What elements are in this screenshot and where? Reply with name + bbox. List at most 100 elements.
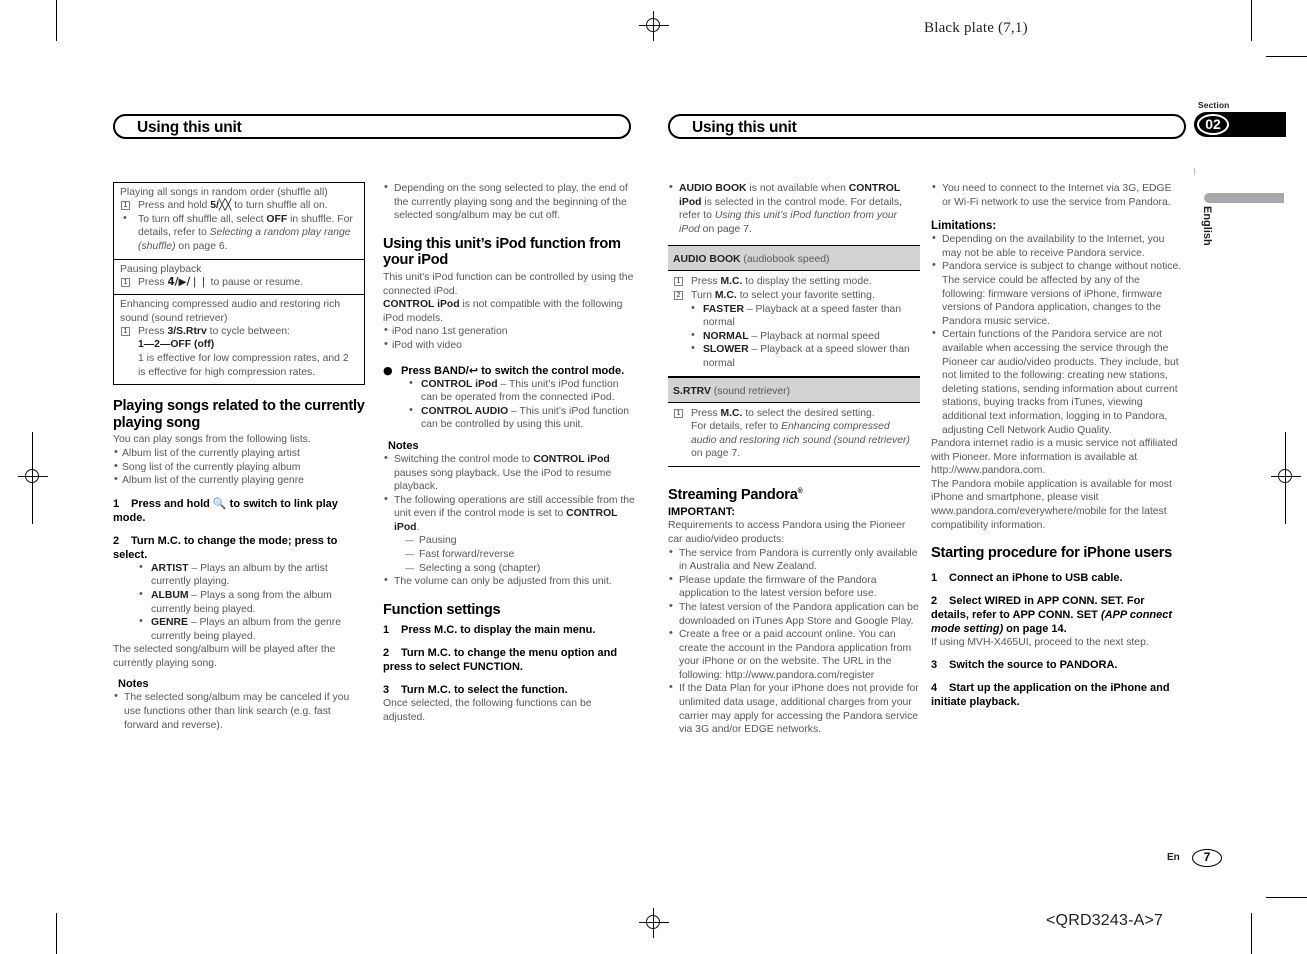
step-post: to select your favorite setting.: [736, 289, 875, 301]
language-tab-label: English: [1201, 206, 1213, 246]
play-pause-icon: 4/▶/❘❘: [167, 275, 208, 288]
list-item: You need to connect to the Internet via …: [931, 181, 1183, 209]
function-table-sound-retriever: S.RTRV (sound retriever) 1 Press M.C. to …: [668, 376, 920, 467]
step-number-box: 1: [674, 408, 683, 418]
step-text-b: on page 14.: [1003, 622, 1067, 635]
function-table-header: AUDIO BOOK (audiobook speed): [668, 246, 920, 272]
function-subtitle: (sound retriever): [710, 385, 791, 397]
list-item: Album list of the currently playing arti…: [113, 446, 365, 461]
list-item: FASTER – Playback at a speed faster than…: [691, 302, 915, 330]
step-key: M.C.: [720, 407, 743, 419]
step-number: 4: [931, 682, 938, 695]
option-desc: – Playback at normal speed: [748, 330, 880, 342]
list-item: ARTIST – Plays an album by the artist cu…: [139, 561, 365, 589]
control-mode-name: CONTROL AUDIO: [421, 405, 509, 417]
intro-text: You can play songs from the following li…: [113, 434, 311, 446]
step-number: 3: [383, 684, 390, 697]
important-intro: Requirements to access Pandora using the…: [668, 520, 906, 545]
step-text-a: Press and hold: [131, 497, 213, 510]
step-text: Turn M.C. to change the mode; press to s…: [113, 534, 338, 561]
action-pre: Press BAND/: [401, 364, 469, 377]
running-head-right: Using this unit: [668, 114, 1186, 139]
iphone-step-4: 4 Start up the application on the iPhone …: [931, 681, 1183, 709]
mode-name: ALBUM: [151, 589, 189, 601]
heading-starting-procedure: Starting procedure for iPhone users: [931, 545, 1173, 562]
bullet-text-a: To turn off shuffle all, select: [138, 213, 267, 225]
step-text: Press M.C. to display the main menu.: [401, 624, 596, 637]
black-plate-label: Black plate (7,1): [924, 20, 1028, 36]
trailing-text-b: on page 7.: [691, 448, 741, 460]
option-name: NORMAL: [703, 330, 749, 342]
iphone-step-2-note: If using MVH-X465UI, proceed to the next…: [931, 636, 1149, 648]
step-key: 5/: [210, 200, 219, 212]
step-number: 3: [931, 659, 938, 672]
option-name: FASTER: [703, 303, 744, 315]
list-item: Fast forward/reverse: [405, 548, 635, 562]
bullet-bold: OFF: [266, 213, 288, 225]
step-key: 3/S.Rtrv: [167, 325, 207, 337]
function-table-body: 1 Press M.C. to display the setting mode.…: [668, 271, 920, 375]
trim-mark-top-left: [56, 0, 58, 41]
mode-name: GENRE: [151, 617, 188, 629]
list-item: SLOWER – Playback at a speed slower than…: [691, 342, 915, 370]
retriever-cycle-values: 1—2—OFF (off): [138, 339, 215, 351]
operation-step: 1 Press 3/S.Rtrv to cycle between:: [120, 325, 358, 339]
step-post: to display the setting mode.: [742, 276, 872, 288]
after-modes-text: The selected song/album will be played a…: [113, 644, 336, 669]
note-text-b: pauses song playback. Use the iPod to re…: [394, 467, 612, 493]
step-number-box: 1: [674, 277, 683, 287]
column-1: Playing all songs in random order (shuff…: [113, 182, 365, 732]
step-pre: Press: [691, 276, 721, 288]
back-icon: ↩: [468, 363, 479, 377]
column-3: AUDIO BOOK is not available when CONTROL…: [668, 181, 920, 737]
section-tab-bar: 02: [1194, 112, 1286, 137]
notes-heading: Notes: [118, 678, 149, 691]
note-text-3: on page 7.: [699, 223, 752, 235]
fn-after-text: Once selected, the following functions c…: [383, 698, 592, 724]
list-item: Depending on the availability to the Int…: [931, 232, 1183, 260]
step-number: 1: [113, 497, 120, 510]
step-text: Switch the source to PANDORA.: [949, 659, 1118, 672]
action-switch-control-mode: ● Press BAND/↩ to switch the control mode…: [383, 364, 635, 378]
list-item: Pausing: [405, 534, 635, 548]
list-item: The following operations are still acces…: [383, 493, 635, 576]
list-item: CONTROL AUDIO – This unit’s iPod functio…: [409, 404, 635, 432]
ipod-intro: This unit's iPod function can be control…: [383, 271, 634, 297]
list-item: Create a free or a paid account online. …: [668, 627, 920, 682]
step-number: 1: [931, 571, 938, 584]
operation-step: 1 Press 4/▶/❘❘ to pause or resume.: [120, 276, 358, 290]
list-item: Selecting a song (chapter): [405, 562, 635, 576]
link-play-modes: ARTIST – Plays an album by the artist cu…: [113, 561, 365, 644]
step-pre: Press: [138, 276, 168, 288]
operation-title: Playing all songs in random order (shuff…: [120, 187, 328, 198]
pandora-affiliation-text: Pandora internet radio is a music servic…: [931, 438, 1178, 477]
control-mode-name: CONTROL iPod: [421, 378, 498, 390]
limitations-list: Depending on the availability to the Int…: [931, 232, 1183, 437]
step-number-box: 2: [674, 290, 683, 300]
trim-mark-top-right: [1251, 0, 1253, 41]
language-tab-bar: [1204, 193, 1284, 203]
list-item: The selected song/album may be canceled …: [113, 690, 365, 732]
pandora-requirements: The service from Pandora is currently on…: [668, 546, 920, 737]
iphone-step-1: 1 Connect an iPhone to USB cable.: [931, 571, 1183, 585]
list-item: iPod with video: [383, 338, 635, 353]
operation-row-sound-retriever: Enhancing compressed audio and restoring…: [114, 294, 364, 384]
notes-heading: Notes: [388, 439, 419, 452]
function-step-trailing: For details, refer to Enhancing compress…: [673, 420, 915, 461]
registration-guide-left: [32, 432, 34, 524]
heading-ipod-function: Using this unit’s iPod function from you…: [383, 235, 621, 269]
function-step: 1 Press M.C. to display the setting mode.: [673, 275, 915, 289]
operation-step: 1 Press and hold 5/╳╳ to turn shuffle all…: [120, 199, 358, 213]
iphone-step-3: 3 Switch the source to PANDORA.: [931, 658, 1183, 672]
step-pre: Turn: [691, 289, 715, 301]
operation-row-shuffle-all: Playing all songs in random order (shuff…: [114, 183, 364, 259]
step-text: Start up the application on the iPhone a…: [931, 682, 1170, 709]
operation-bullet: To turn off shuffle all, select OFF in s…: [120, 212, 358, 254]
function-name: S.RTRV: [673, 385, 711, 397]
filled-bullet-icon: ●: [383, 363, 393, 377]
step-2-change-mode: 2 Turn M.C. to change the mode; press to …: [113, 534, 365, 562]
control-ipod-bold: CONTROL iPod: [383, 299, 460, 311]
step-number-box: 1: [121, 201, 130, 211]
section-number: 02: [1197, 114, 1229, 135]
list-item: The service from Pandora is currently on…: [668, 546, 920, 574]
